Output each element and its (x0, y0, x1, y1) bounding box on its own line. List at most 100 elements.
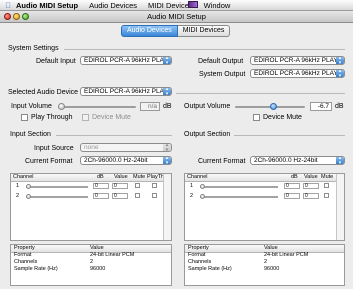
tab-midi-devices[interactable]: MIDI Devices (177, 25, 231, 37)
tab-audio-devices[interactable]: Audio Devices (121, 25, 178, 37)
property-value: 2 (264, 259, 268, 265)
channel-db-field[interactable]: 0 (93, 193, 109, 199)
table-scrollbar[interactable] (336, 174, 344, 240)
property-name: Sample Rate (Hz) (188, 266, 232, 272)
col-header: Value (90, 245, 104, 251)
input-source-value: none (84, 144, 99, 151)
menu-window[interactable]: Window (204, 1, 231, 10)
output-volume-unit: dB (335, 103, 344, 110)
channel-number: 2 (16, 193, 20, 199)
input-source-popup[interactable]: none ▴ ▾ (80, 143, 172, 152)
property-name: Format (188, 252, 206, 258)
menu-midi-devices[interactable]: MIDI Devices (148, 1, 193, 10)
window-content: Audio Devices MIDI Devices System Settin… (0, 23, 353, 289)
window-titlebar: Audio MIDI Setup (0, 11, 353, 23)
play-through-checkbox[interactable] (21, 114, 28, 121)
output-format-popup[interactable]: 2Ch-96000.0 Hz-24bit ▴ ▾ (250, 156, 345, 165)
channel-mute-checkbox[interactable] (135, 183, 140, 188)
divider (234, 135, 345, 136)
default-input-popup[interactable]: EDIROL PCR-A 96kHz PLA ▴ ▾ (80, 56, 172, 65)
selected-device-popup[interactable]: EDIROL PCR-A 96kHz PLA ▴ ▾ (80, 87, 172, 96)
input-volume-slider[interactable] (58, 106, 136, 108)
input-volume-field: n/a (140, 102, 160, 111)
channel-db-field[interactable]: 0 (284, 193, 300, 199)
col-header: Value (114, 174, 128, 180)
channel-mute-checkbox[interactable] (324, 193, 329, 198)
table-header: Channel dB Value Mute PlayThru (11, 174, 171, 182)
popup-arrows-icon: ▴ ▾ (336, 157, 344, 164)
popup-arrows-icon: ▴ ▾ (163, 144, 171, 151)
input-volume-knob[interactable] (58, 103, 65, 110)
channel-value-field[interactable]: 0 (112, 183, 128, 189)
popup-arrows-icon: ▴ ▾ (336, 70, 344, 77)
channel-slider[interactable] (26, 196, 88, 198)
channel-mute-checkbox[interactable] (324, 183, 329, 188)
apple-menu-icon[interactable]:  (0, 1, 16, 10)
input-volume-unit: dB (163, 103, 172, 110)
input-device-mute-label: Device Mute (92, 114, 131, 121)
property-value: 2 (90, 259, 94, 265)
menu-app-name[interactable]: Audio MIDI Setup (16, 1, 78, 10)
input-properties-table[interactable]: Property Value Format 24-bit Linear PCM … (10, 244, 172, 286)
input-source-label: Input Source (34, 145, 74, 152)
channel-slider-knob[interactable] (26, 194, 31, 199)
channel-value-field[interactable]: 0 (303, 193, 319, 199)
input-channel-table[interactable]: Channel dB Value Mute PlayThru 1 0 0 2 0… (10, 173, 172, 241)
channel-number: 1 (190, 183, 194, 189)
divider (176, 93, 345, 94)
output-properties-table[interactable]: Property Value Format 24-bit Linear PCM … (184, 244, 345, 286)
channel-db-field[interactable]: 0 (93, 183, 109, 189)
output-volume-field[interactable]: -6.7 (310, 102, 332, 111)
selected-device-label: Selected Audio Device (8, 89, 79, 96)
output-volume-knob[interactable] (269, 103, 277, 110)
popup-arrows-icon: ▴ ▾ (336, 57, 344, 64)
menu-audio-devices[interactable]: Audio Devices (89, 1, 137, 10)
property-value: 24-bit Linear PCM (90, 252, 135, 258)
output-channel-table[interactable]: Channel dB Value Mute 1 0 0 2 0 0 (184, 173, 345, 241)
channel-playthru-checkbox[interactable] (152, 193, 157, 198)
property-value: 96000 (264, 266, 280, 272)
tab-bar: Audio Devices MIDI Devices (121, 25, 231, 37)
channel-slider[interactable] (26, 186, 88, 188)
input-menu-flag-icon[interactable] (188, 1, 198, 8)
default-input-value: EDIROL PCR-A 96kHz PLA (84, 57, 164, 64)
input-volume-label: Input Volume (11, 103, 52, 110)
default-output-popup[interactable]: EDIROL PCR-A 96kHz PLAY ▴ ▾ (250, 56, 345, 65)
table-row: Sample Rate (Hz) 96000 (11, 266, 171, 273)
default-input-label: Default Input (36, 58, 76, 65)
channel-playthru-checkbox[interactable] (152, 183, 157, 188)
channel-slider-knob[interactable] (26, 184, 31, 189)
channel-mute-checkbox[interactable] (135, 193, 140, 198)
popup-arrows-icon: ▴ ▾ (163, 57, 171, 64)
col-header: Channel (187, 174, 208, 180)
channel-db-field[interactable]: 0 (284, 183, 300, 189)
channel-value-field[interactable]: 0 (112, 193, 128, 199)
system-output-value: EDIROL PCR-A 96kHz PLAY (254, 70, 338, 77)
table-row: Format 24-bit Linear PCM (185, 252, 344, 259)
col-header: dB (97, 174, 104, 180)
table-row: Format 24-bit Linear PCM (11, 252, 171, 259)
property-name: Channels (14, 259, 38, 265)
popup-arrows-icon: ▴ ▾ (163, 88, 171, 95)
output-device-mute-checkbox[interactable] (253, 114, 260, 121)
system-output-popup[interactable]: EDIROL PCR-A 96kHz PLAY ▴ ▾ (250, 69, 345, 78)
channel-slider-knob[interactable] (200, 184, 205, 189)
table-row: Channels 2 (11, 259, 171, 266)
channel-value-field[interactable]: 0 (303, 183, 319, 189)
input-format-popup[interactable]: 2Ch-96000.0 Hz-24bit ▴ ▾ (80, 156, 172, 165)
col-header: Value (304, 174, 318, 180)
input-device-mute-checkbox[interactable] (82, 114, 89, 121)
col-header: Property (188, 245, 209, 251)
property-value: 24-bit Linear PCM (264, 252, 309, 258)
play-through-label: Play Through (31, 114, 73, 121)
channel-number: 1 (16, 183, 20, 189)
channel-slider[interactable] (200, 196, 278, 198)
input-section-heading: Input Section (10, 131, 51, 138)
table-row: Sample Rate (Hz) 96000 (185, 266, 344, 273)
popup-arrows-icon: ▴ ▾ (163, 157, 171, 164)
table-scrollbar[interactable] (163, 174, 171, 240)
selected-device-value: EDIROL PCR-A 96kHz PLA (84, 88, 164, 95)
channel-slider[interactable] (200, 186, 278, 188)
channel-slider-knob[interactable] (200, 194, 205, 199)
system-output-label: System Output (199, 71, 246, 78)
